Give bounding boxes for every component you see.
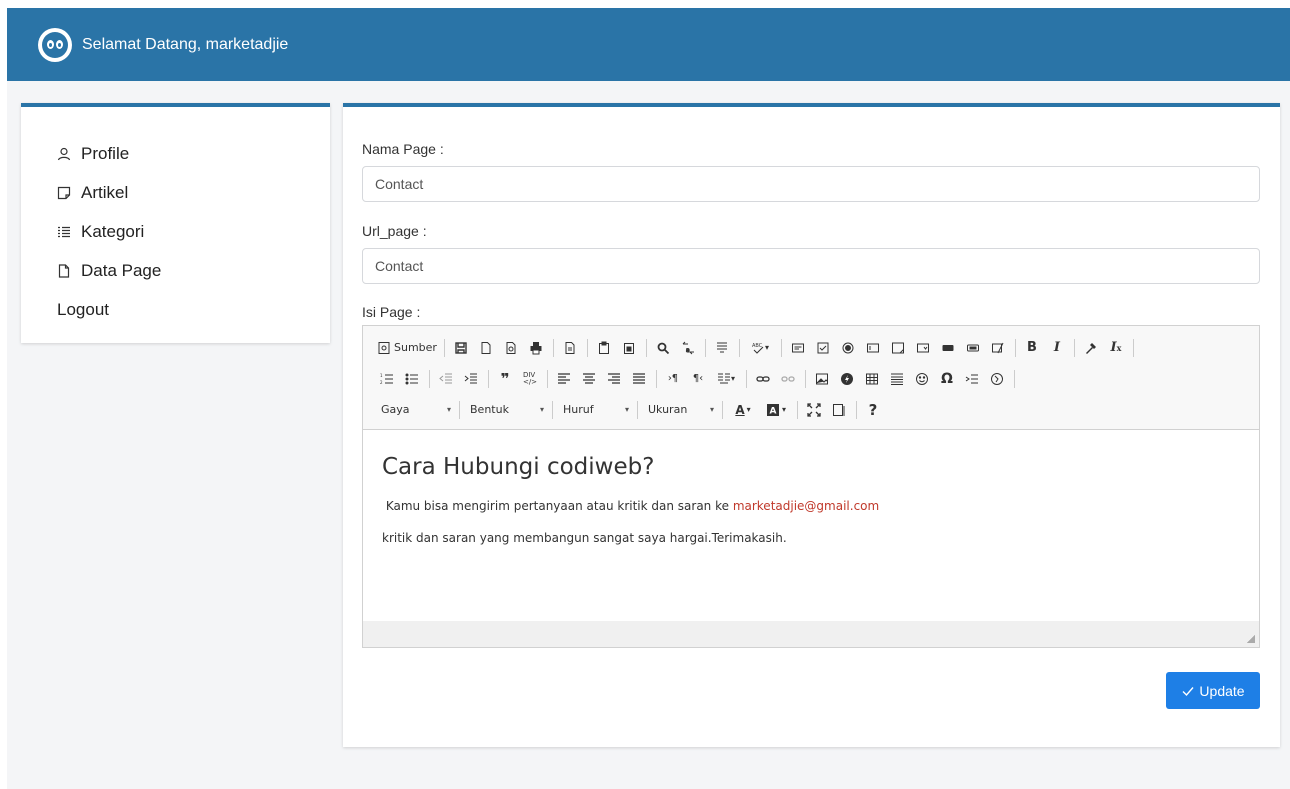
div-container-icon[interactable]: DIV </> (520, 368, 540, 390)
spellcheck-icon[interactable]: ABC ▾ (746, 337, 774, 359)
smiley-icon[interactable] (912, 368, 932, 390)
content-paragraph: Kamu bisa mengirim pertanyaan atau kriti… (382, 499, 880, 513)
sidebar-item-label: Profile (81, 143, 130, 163)
svg-text:A: A (769, 406, 776, 416)
sidebar-item-label: Artikel (81, 182, 129, 202)
list-icon (57, 225, 71, 239)
flash-icon[interactable] (837, 368, 857, 390)
button-icon[interactable] (938, 337, 958, 359)
bg-color-icon[interactable]: A ▾ (762, 399, 790, 421)
textarea-icon[interactable] (888, 337, 908, 359)
page: Selamat Datang, marketadjie Profile Arti… (7, 8, 1290, 789)
content-paragraph: kritik dan saran yang membangun sangat s… (382, 531, 787, 545)
text-color-icon[interactable]: A ▾ (729, 399, 757, 421)
size-dropdown[interactable]: Ukuran ▾ (644, 399, 720, 421)
maximize-icon[interactable] (804, 399, 824, 421)
language-icon[interactable]: ▾ (713, 368, 739, 390)
horizontal-rule-icon[interactable] (887, 368, 907, 390)
preview-icon[interactable] (501, 337, 521, 359)
style-dropdown[interactable]: Gaya ▾ (377, 399, 457, 421)
save-icon[interactable] (451, 337, 471, 359)
blockquote-icon[interactable]: ❞ (495, 368, 515, 390)
table-icon[interactable] (862, 368, 882, 390)
nama-page-input[interactable]: Contact (362, 166, 1260, 202)
sidebar: Profile Artikel Kategori Data Page Logou… (21, 103, 330, 343)
replace-icon[interactable]: a (678, 337, 698, 359)
editor-statusbar (363, 621, 1259, 647)
resize-handle-icon[interactable] (1247, 635, 1255, 643)
rich-text-editor: Sumber a ABC ▾ B I I x 1 2 ❞ DIV </> ›¶ … (362, 325, 1260, 648)
email-link[interactable]: marketadjie@gmail.com (733, 499, 879, 513)
main-panel: Nama Page : Contact Url_page : Contact I… (343, 103, 1280, 747)
align-left-icon[interactable] (554, 368, 574, 390)
align-right-icon[interactable] (604, 368, 624, 390)
form-icon[interactable] (788, 337, 808, 359)
paste-icon[interactable] (594, 337, 614, 359)
show-blocks-icon[interactable] (829, 399, 849, 421)
svg-text:1: 1 (380, 373, 383, 378)
sidebar-item-artikel[interactable]: Artikel (21, 173, 330, 212)
nama-page-label: Nama Page : (362, 141, 444, 157)
svg-text:ABC: ABC (752, 343, 763, 349)
sidebar-item-logout[interactable]: Logout (21, 290, 330, 329)
image-button-icon[interactable] (963, 337, 983, 359)
welcome-text: Selamat Datang, marketadjie (82, 35, 289, 53)
sidebar-item-kategori[interactable]: Kategori (21, 212, 330, 251)
help-icon[interactable]: ? (863, 399, 883, 421)
unlink-icon[interactable] (778, 368, 798, 390)
sidebar-item-data-page[interactable]: Data Page (21, 251, 330, 290)
checkbox-icon[interactable] (813, 337, 833, 359)
link-icon[interactable] (753, 368, 773, 390)
print-icon[interactable] (526, 337, 546, 359)
format-dropdown[interactable]: Bentuk ▾ (466, 399, 550, 421)
isi-page-label: Isi Page : (362, 304, 421, 320)
remove-format-icon[interactable]: Ix (1106, 337, 1126, 359)
hidden-field-icon[interactable] (988, 337, 1008, 359)
editor-content[interactable]: Cara Hubungi codiweb? Kamu bisa mengirim… (363, 430, 1259, 621)
bullet-list-icon[interactable] (402, 368, 422, 390)
indent-icon[interactable] (461, 368, 481, 390)
svg-text:2: 2 (380, 380, 383, 385)
numbered-list-icon[interactable]: 12 (377, 368, 397, 390)
select-all-icon[interactable] (712, 337, 732, 359)
note-icon (57, 186, 71, 200)
content-heading: Cara Hubungi codiweb? (382, 454, 655, 480)
align-center-icon[interactable] (579, 368, 599, 390)
rtl-icon[interactable]: ¶‹ (688, 368, 708, 390)
top-navbar: Selamat Datang, marketadjie (7, 8, 1290, 81)
user-icon (57, 147, 71, 161)
templates-icon[interactable] (560, 337, 580, 359)
source-button[interactable]: Sumber (377, 337, 437, 359)
url-page-input[interactable]: Contact (362, 248, 1260, 284)
align-justify-icon[interactable] (629, 368, 649, 390)
outdent-icon[interactable] (436, 368, 456, 390)
paste-text-icon[interactable] (619, 337, 639, 359)
sidebar-item-label: Data Page (81, 260, 162, 280)
page-break-icon[interactable] (962, 368, 982, 390)
sidebar-item-profile[interactable]: Profile (21, 134, 330, 173)
check-icon (1182, 686, 1194, 696)
bold-icon[interactable]: B (1022, 337, 1042, 359)
special-char-icon[interactable]: Ω (937, 368, 957, 390)
logo-icon (38, 27, 72, 62)
sidebar-item-label: Kategori (81, 221, 145, 241)
font-dropdown[interactable]: Huruf ▾ (559, 399, 635, 421)
ltr-icon[interactable]: ›¶ (663, 368, 683, 390)
copy-format-icon[interactable] (1081, 337, 1101, 359)
url-page-label: Url_page : (362, 223, 427, 239)
textfield-icon[interactable] (863, 337, 883, 359)
update-button[interactable]: Update (1166, 672, 1260, 709)
file-icon (57, 263, 71, 278)
find-icon[interactable] (653, 337, 673, 359)
new-page-icon[interactable] (476, 337, 496, 359)
sidebar-item-label: Logout (57, 299, 109, 319)
image-icon[interactable] (812, 368, 832, 390)
editor-toolbar: Sumber a ABC ▾ B I I x 1 2 ❞ DIV </> ›¶ … (363, 326, 1259, 430)
italic-icon[interactable]: I (1047, 337, 1067, 359)
iframe-icon[interactable] (987, 368, 1007, 390)
svg-text:a: a (686, 347, 690, 354)
radio-icon[interactable] (838, 337, 858, 359)
select-icon[interactable] (913, 337, 933, 359)
